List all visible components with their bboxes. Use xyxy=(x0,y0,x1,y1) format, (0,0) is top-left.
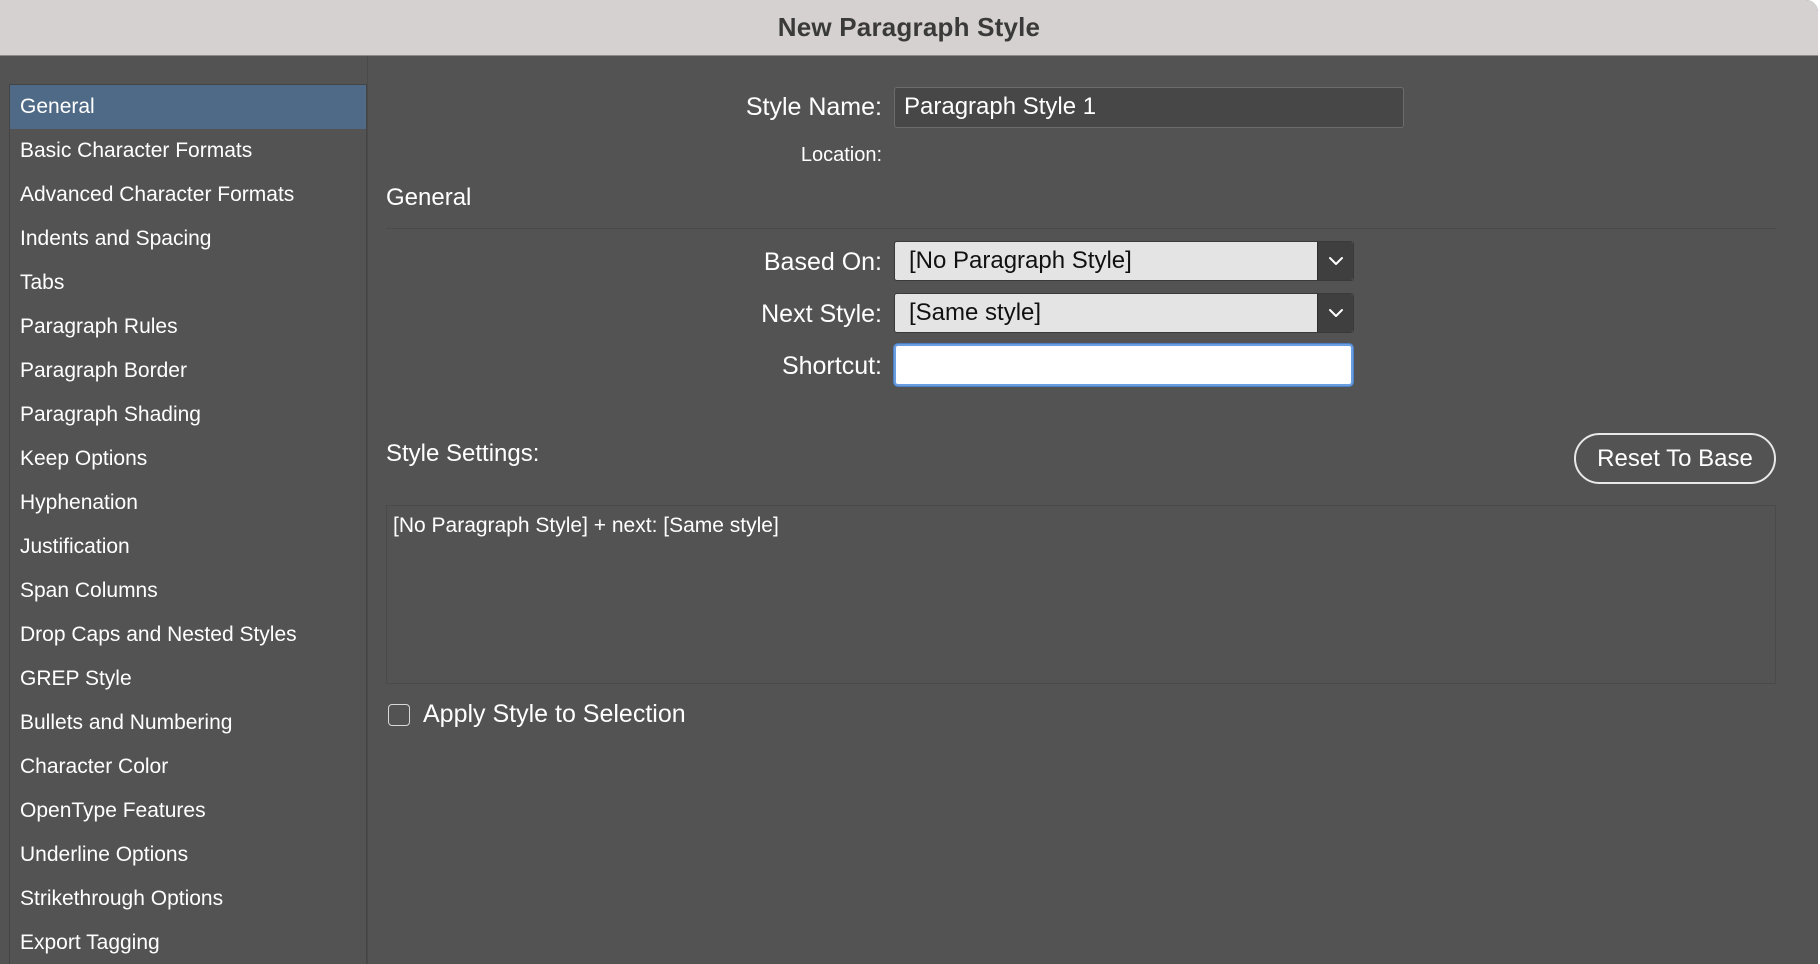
sidebar-item-span-columns[interactable]: Span Columns xyxy=(10,569,366,613)
apply-style-label[interactable]: Apply Style to Selection xyxy=(423,700,686,729)
style-settings-summary: [No Paragraph Style] + next: [Same style… xyxy=(393,514,779,537)
style-name-label: Style Name: xyxy=(745,93,882,121)
sidebar-item-opentype-features[interactable]: OpenType Features xyxy=(10,789,366,833)
sidebar-item-paragraph-rules[interactable]: Paragraph Rules xyxy=(10,305,366,349)
general-section-heading: General xyxy=(386,184,472,211)
sidebar-item-indents-and-spacing[interactable]: Indents and Spacing xyxy=(10,217,366,261)
dialog-title: New Paragraph Style xyxy=(777,12,1041,42)
next-style-label: Next Style: xyxy=(761,300,882,328)
sidebar-item-character-color[interactable]: Character Color xyxy=(10,745,366,789)
sidebar-item-tabs[interactable]: Tabs xyxy=(10,261,366,305)
sidebar-item-strikethrough-options[interactable]: Strikethrough Options xyxy=(10,877,366,921)
apply-style-row[interactable]: Apply Style to Selection xyxy=(388,700,686,729)
shortcut-input[interactable] xyxy=(894,344,1353,386)
apply-style-checkbox[interactable] xyxy=(388,703,410,726)
sidebar-item-justification[interactable]: Justification xyxy=(10,525,366,569)
title-bar[interactable]: New Paragraph Style xyxy=(0,0,1818,56)
sidebar-item-drop-caps-and-nested-styles[interactable]: Drop Caps and Nested Styles xyxy=(10,613,366,657)
based-on-dropdown[interactable]: [No Paragraph Style] xyxy=(894,241,1354,281)
shortcut-label: Shortcut: xyxy=(781,352,882,380)
next-style-value: [Same style] xyxy=(909,299,1042,326)
sidebar-item-paragraph-border[interactable]: Paragraph Border xyxy=(10,349,366,393)
next-style-dropdown[interactable]: [Same style] xyxy=(894,293,1354,333)
dialog-window: New Paragraph Style General Basic Charac… xyxy=(0,0,1818,964)
section-separator xyxy=(386,228,1776,229)
based-on-value: [No Paragraph Style] xyxy=(909,247,1132,274)
chevron-down-icon[interactable] xyxy=(1317,294,1353,332)
sidebar-item-keep-options[interactable]: Keep Options xyxy=(10,437,366,481)
style-settings-label: Style Settings: xyxy=(386,440,540,467)
style-settings-box: [No Paragraph Style] + next: [Same style… xyxy=(386,505,1776,684)
sidebar-item-hyphenation[interactable]: Hyphenation xyxy=(10,481,366,525)
sidebar-item-bullets-and-numbering[interactable]: Bullets and Numbering xyxy=(10,701,366,745)
sidebar-item-underline-options[interactable]: Underline Options xyxy=(10,833,366,877)
based-on-label: Based On: xyxy=(763,248,882,276)
sidebar-item-paragraph-shading[interactable]: Paragraph Shading xyxy=(10,393,366,437)
category-sidebar: General Basic Character Formats Advanced… xyxy=(9,84,367,964)
sidebar-item-grep-style[interactable]: GREP Style xyxy=(10,657,366,701)
sidebar-item-general[interactable]: General xyxy=(10,85,366,129)
style-name-input[interactable]: Paragraph Style 1 xyxy=(894,87,1404,128)
sidebar-item-basic-character-formats[interactable]: Basic Character Formats xyxy=(10,129,366,173)
reset-to-base-button[interactable]: Reset To Base xyxy=(1574,433,1776,484)
sidebar-divider xyxy=(367,56,368,964)
chevron-down-icon[interactable] xyxy=(1317,242,1353,280)
sidebar-item-export-tagging[interactable]: Export Tagging xyxy=(10,921,366,964)
location-label: Location: xyxy=(800,144,882,166)
sidebar-item-advanced-character-formats[interactable]: Advanced Character Formats xyxy=(10,173,366,217)
